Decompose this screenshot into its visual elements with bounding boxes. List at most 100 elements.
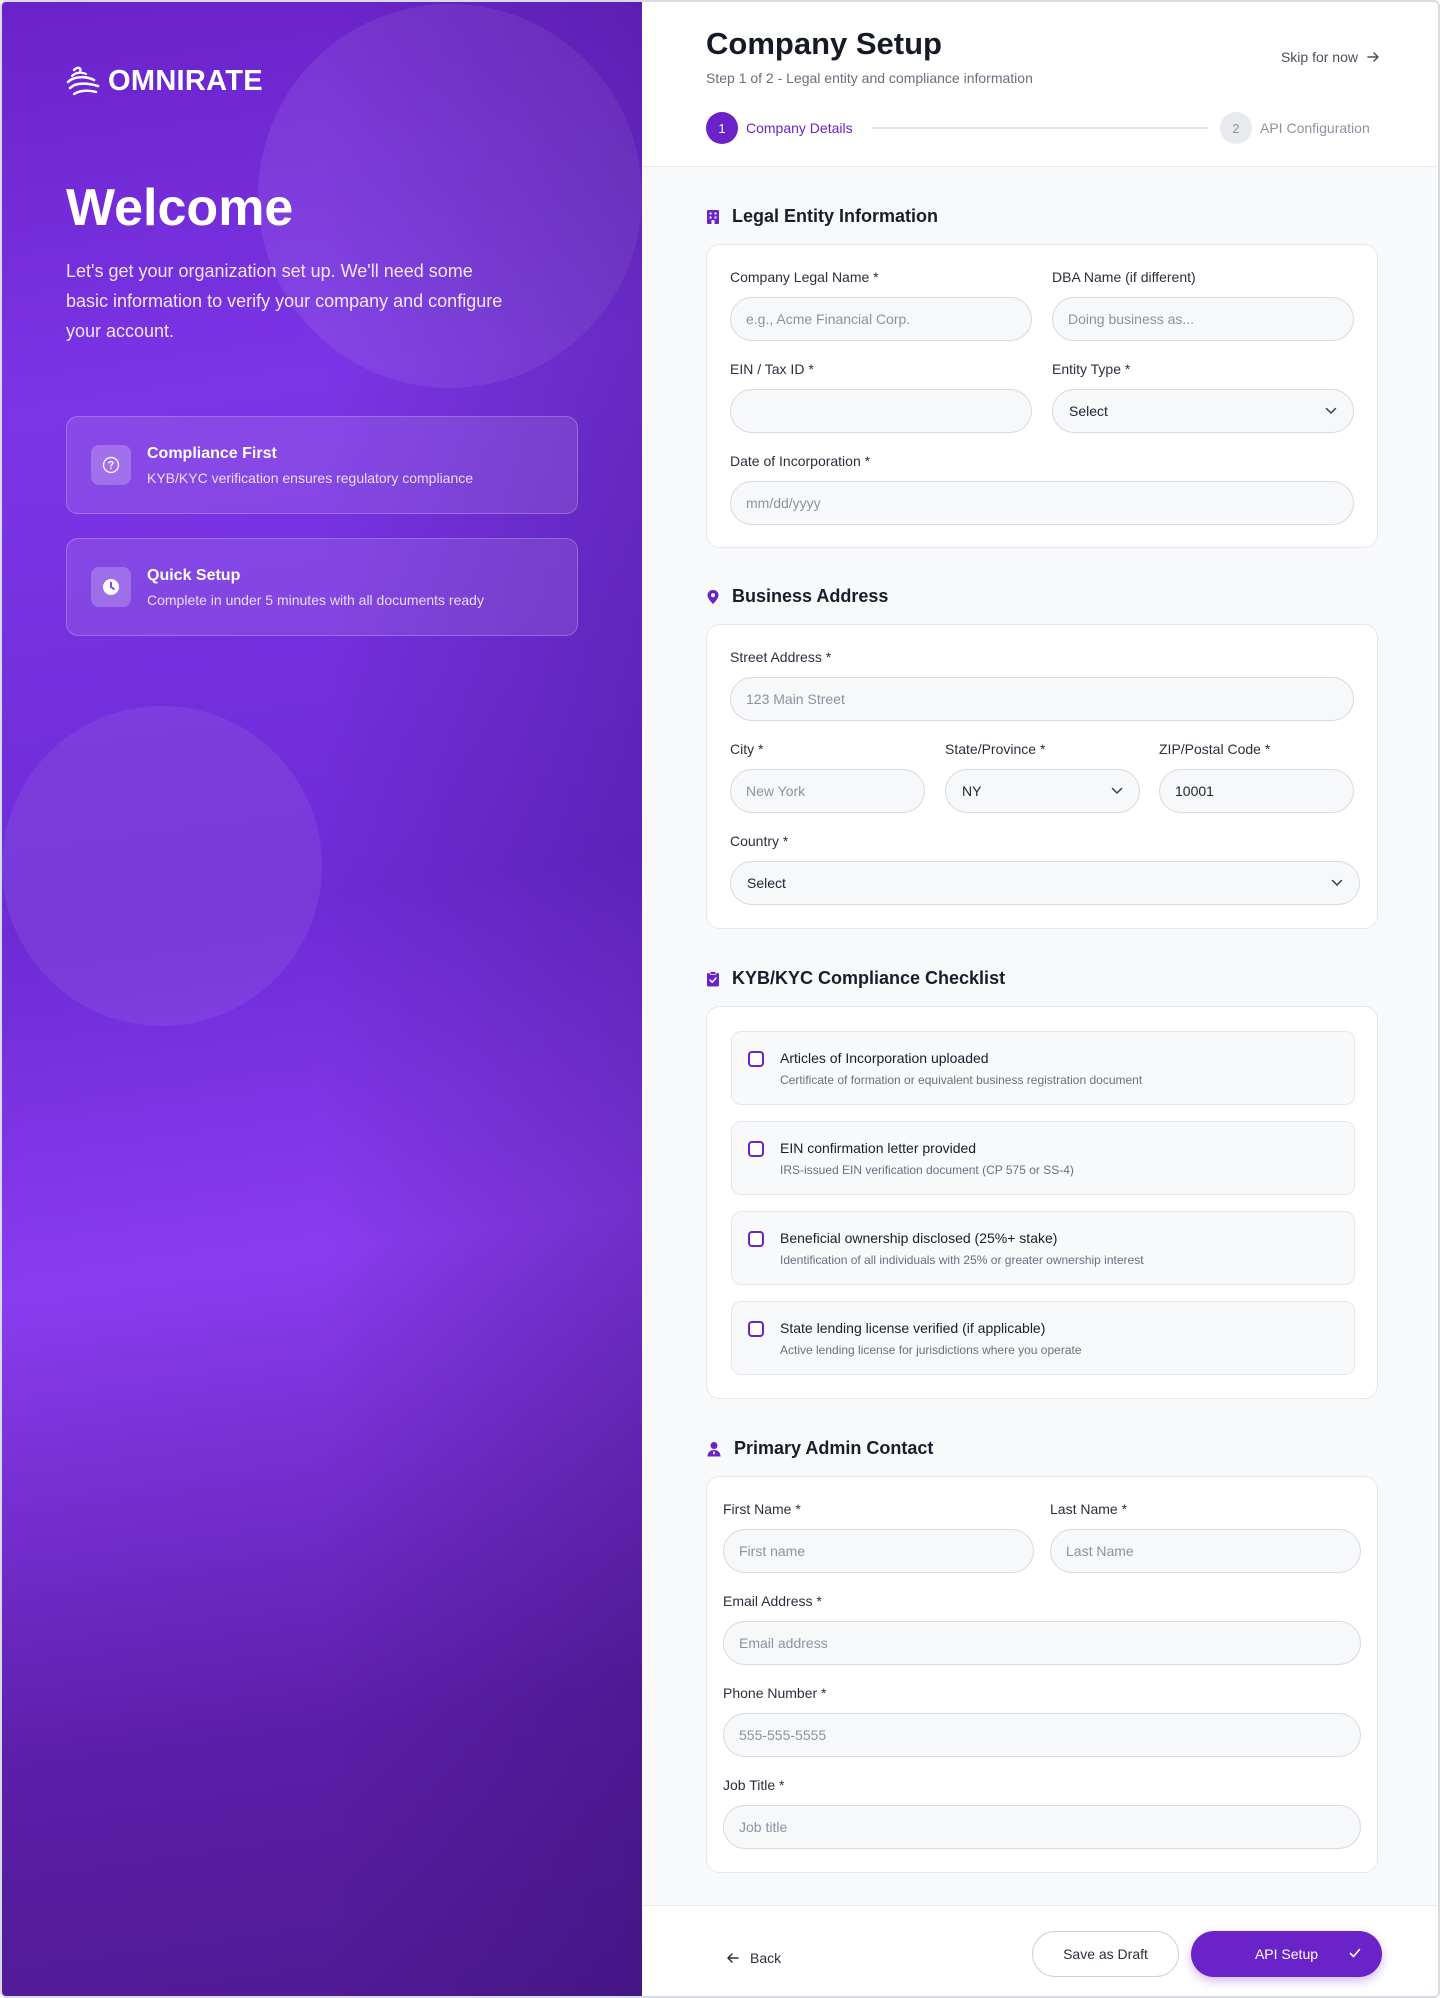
feature-desc: Complete in under 5 minutes with all doc… (147, 591, 484, 608)
checklist-title: Articles of Incorporation uploaded (780, 1050, 989, 1066)
last-name-label: Last Name * (1050, 1501, 1128, 1517)
form-footer: Back Save as Draft API Setup (642, 1905, 1438, 1996)
skip-link[interactable]: Skip for now (1281, 49, 1380, 65)
ein-input[interactable] (730, 389, 1032, 433)
stepper: 1 Company Details 2 API Configuration (706, 112, 1376, 144)
city-label: City * (730, 741, 764, 757)
checklist-desc: IRS-issued EIN verification document (CP… (780, 1163, 1074, 1177)
step-label-1[interactable]: Company Details (746, 120, 853, 136)
checklist-title: EIN confirmation letter provided (780, 1140, 977, 1156)
checklist-item[interactable]: Articles of Incorporation uploaded Certi… (731, 1031, 1355, 1105)
brand-name: OMNIRATE (108, 64, 263, 97)
welcome-panel: OMNIRATE Welcome Let's get your organiza… (2, 2, 642, 1996)
dba-name-label: DBA Name (if different) (1052, 269, 1196, 285)
building-icon (707, 209, 719, 224)
checkbox[interactable] (748, 1051, 764, 1067)
entity-type-label: Entity Type * (1052, 361, 1131, 377)
email-input[interactable] (723, 1621, 1361, 1665)
first-name-input[interactable] (723, 1529, 1034, 1573)
street-label: Street Address * (730, 649, 832, 665)
feature-title: Compliance First (147, 444, 277, 462)
entity-type-value: Select (1069, 403, 1108, 419)
chevron-down-icon (1111, 787, 1123, 795)
back-label: Back (750, 1950, 782, 1966)
feature-title: Quick Setup (147, 566, 241, 584)
zip-label: ZIP/Postal Code * (1159, 741, 1271, 757)
map-pin-icon (707, 589, 719, 604)
step-indicator-2[interactable]: 2 (1220, 112, 1252, 144)
ein-label: EIN / Tax ID * (730, 361, 814, 377)
api-setup-button[interactable]: API Setup (1191, 1931, 1382, 1977)
section-heading: Legal Entity Information (732, 206, 939, 226)
country-value: Select (747, 875, 786, 891)
checklist-desc: Identification of all individuals with 2… (780, 1253, 1144, 1267)
checklist-desc: Certificate of formation or equivalent b… (780, 1073, 1143, 1087)
api-setup-label: API Setup (1254, 1946, 1319, 1962)
welcome-intro: Let's get your organization set up. We'l… (66, 261, 503, 341)
setup-form-panel: Company Setup Step 1 of 2 - Legal entity… (642, 2, 1438, 1996)
clock-icon (91, 567, 131, 607)
welcome-heading: Welcome (66, 179, 294, 237)
arrow-left-icon (727, 1953, 739, 1963)
zip-input[interactable] (1159, 769, 1354, 813)
save-draft-button[interactable]: Save as Draft (1032, 1931, 1179, 1977)
street-input[interactable] (730, 677, 1354, 721)
checkbox[interactable] (748, 1231, 764, 1247)
state-value: NY (962, 783, 982, 799)
app-frame: OMNIRATE Welcome Let's get your organiza… (0, 0, 1440, 1998)
page-title: Company Setup (706, 26, 942, 61)
company-name-label: Company Legal Name * (730, 269, 879, 285)
decorative-circle (2, 706, 322, 1026)
city-input[interactable] (730, 769, 925, 813)
question-shield-icon (91, 445, 131, 485)
phone-label: Phone Number * (723, 1685, 827, 1701)
checklist-item[interactable]: Beneficial ownership disclosed (25%+ sta… (731, 1211, 1355, 1285)
checkbox[interactable] (748, 1141, 764, 1157)
back-button[interactable]: Back (726, 1950, 781, 1966)
page-subtitle: Step 1 of 2 - Legal entity and complianc… (706, 70, 1033, 86)
chevron-down-icon (1331, 879, 1343, 887)
country-select[interactable]: Select (730, 861, 1360, 905)
last-name-input[interactable] (1050, 1529, 1361, 1573)
admin-contact-card: First Name * Last Name * Email Address *… (706, 1476, 1378, 1873)
section-heading: Primary Admin Contact (734, 1438, 934, 1458)
checklist-item[interactable]: State lending license verified (if appli… (731, 1301, 1355, 1375)
country-label: Country * (730, 833, 789, 849)
company-name-input[interactable] (730, 297, 1032, 341)
incorporation-date-input[interactable] (730, 481, 1354, 525)
dba-name-input[interactable] (1052, 297, 1354, 341)
check-icon (1349, 1948, 1361, 1958)
section-title-legal: Legal Entity Information (706, 206, 938, 227)
form-header: Company Setup Step 1 of 2 - Legal entity… (642, 2, 1438, 167)
section-title-compliance: KYB/KYC Compliance Checklist (706, 968, 1005, 989)
section-title-admin: Primary Admin Contact (706, 1438, 933, 1459)
job-title-label: Job Title * (723, 1777, 785, 1793)
incorporation-date-label: Date of Incorporation * (730, 453, 871, 469)
checklist-desc: Active lending license for jurisdictions… (780, 1343, 1082, 1357)
feature-card-compliance: Compliance First KYB/KYC verification en… (66, 416, 578, 514)
feature-card-quick-setup: Quick Setup Complete in under 5 minutes … (66, 538, 578, 636)
legal-entity-card: Company Legal Name * DBA Name (if differ… (706, 244, 1378, 548)
step-label-2[interactable]: API Configuration (1260, 120, 1370, 136)
email-label: Email Address * (723, 1593, 822, 1609)
section-heading: KYB/KYC Compliance Checklist (732, 968, 1006, 988)
first-name-label: First Name * (723, 1501, 801, 1517)
state-label: State/Province * (945, 741, 1046, 757)
state-select[interactable]: NY (945, 769, 1140, 813)
section-title-address: Business Address (706, 586, 888, 607)
checkbox[interactable] (748, 1321, 764, 1337)
phone-input[interactable] (723, 1713, 1361, 1757)
arrow-right-icon (1367, 52, 1379, 62)
logo-mark-icon (66, 66, 100, 96)
section-heading: Business Address (732, 586, 889, 606)
user-tie-icon (707, 1441, 721, 1456)
checklist-title: Beneficial ownership disclosed (25%+ sta… (780, 1230, 1058, 1246)
chevron-down-icon (1325, 407, 1337, 415)
feature-desc: KYB/KYC verification ensures regulatory … (147, 469, 474, 486)
job-title-input[interactable] (723, 1805, 1361, 1849)
brand-logo: OMNIRATE (64, 62, 263, 100)
step-connector (872, 127, 1208, 129)
checklist-item[interactable]: EIN confirmation letter provided IRS-iss… (731, 1121, 1355, 1195)
step-indicator-1[interactable]: 1 (706, 112, 738, 144)
entity-type-select[interactable]: Select (1052, 389, 1354, 433)
